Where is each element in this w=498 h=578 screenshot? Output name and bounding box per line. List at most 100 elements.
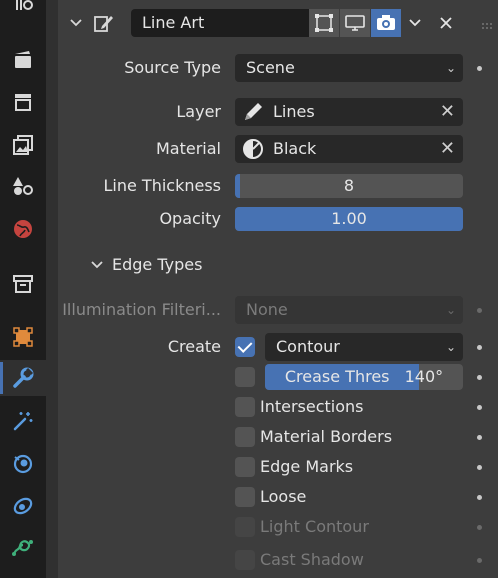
chevron-down-icon bbox=[91, 261, 103, 269]
constraints-icon bbox=[13, 497, 33, 515]
tab-world[interactable] bbox=[0, 211, 46, 247]
tab-object[interactable] bbox=[0, 319, 46, 355]
layer-field[interactable]: Lines ✕ bbox=[235, 98, 463, 126]
chevron-down-icon: ⌄ bbox=[445, 340, 456, 354]
lineart-modifier-icon bbox=[94, 16, 113, 32]
lineart-modifier-type bbox=[90, 9, 118, 37]
edge-marks-checkbox[interactable] bbox=[235, 457, 255, 477]
chevron-down-icon bbox=[70, 19, 82, 27]
modifier-extra-menu[interactable] bbox=[402, 9, 428, 37]
physics-icon bbox=[13, 454, 33, 474]
loose-label: Loose bbox=[260, 487, 307, 506]
create-type-dropdown[interactable]: Contour ⌄ bbox=[265, 333, 463, 361]
material-borders-checkbox[interactable] bbox=[235, 427, 255, 447]
tab-scene[interactable] bbox=[0, 168, 46, 204]
edit-mode-icon bbox=[315, 14, 333, 32]
world-icon bbox=[14, 220, 32, 238]
layer-label: Layer bbox=[176, 102, 221, 121]
tab-render[interactable] bbox=[0, 42, 46, 78]
tab-tool[interactable] bbox=[0, 0, 46, 26]
modifier-name-field[interactable]: Line Art bbox=[131, 9, 309, 37]
tab-view-layer[interactable] bbox=[0, 127, 46, 163]
material-label: Material bbox=[156, 139, 221, 158]
keyframe-dot-icon[interactable] bbox=[477, 66, 482, 71]
line-thickness-label: Line Thickness bbox=[103, 176, 221, 195]
light-contour-checkbox[interactable] bbox=[235, 517, 255, 537]
line-thickness-value: 8 bbox=[343, 176, 355, 195]
effects-icon bbox=[13, 412, 33, 431]
cast-shadow-checkbox[interactable] bbox=[235, 550, 255, 570]
material-sphere-icon bbox=[243, 139, 263, 159]
drag-handle-icon[interactable] bbox=[481, 17, 493, 29]
scene-icon bbox=[13, 177, 33, 195]
collapse-modifier-toggle[interactable] bbox=[66, 13, 86, 33]
keyframe-dot-icon[interactable] bbox=[477, 345, 482, 350]
opacity-slider[interactable]: 1.00 bbox=[235, 207, 463, 231]
data-icon bbox=[12, 540, 33, 556]
output-icon bbox=[15, 94, 31, 111]
tab-collection[interactable] bbox=[0, 266, 46, 302]
keyframe-dot-icon[interactable] bbox=[477, 435, 482, 440]
tool-icon bbox=[16, 0, 33, 10]
material-borders-label: Material Borders bbox=[260, 427, 393, 446]
edge-types-title[interactable]: Edge Types bbox=[112, 255, 202, 274]
tab-output[interactable] bbox=[0, 84, 46, 120]
keyframe-dot-icon[interactable] bbox=[477, 525, 482, 530]
illumination-filtering-value: None bbox=[246, 300, 288, 319]
render-toggle[interactable] bbox=[371, 9, 401, 37]
monitor-icon bbox=[345, 15, 365, 31]
tab-constraints[interactable] bbox=[0, 487, 46, 523]
close-icon bbox=[440, 17, 452, 29]
clear-material-icon[interactable]: ✕ bbox=[440, 135, 455, 163]
opacity-value: 1.00 bbox=[331, 209, 367, 228]
tab-physics[interactable] bbox=[0, 445, 46, 481]
clear-layer-icon[interactable]: ✕ bbox=[440, 98, 455, 126]
light-contour-label: Light Contour bbox=[260, 517, 369, 536]
line-thickness-fill bbox=[235, 174, 240, 198]
crease-checkbox[interactable] bbox=[235, 367, 255, 387]
keyframe-dot-icon[interactable] bbox=[477, 375, 482, 380]
crease-threshold-label: Crease Thres bbox=[284, 367, 390, 386]
line-thickness-slider[interactable]: 8 bbox=[235, 174, 463, 198]
keyframe-dot-icon[interactable] bbox=[477, 405, 482, 410]
tab-effects[interactable] bbox=[0, 403, 46, 439]
keyframe-dot-icon[interactable] bbox=[477, 308, 482, 313]
viewport-display-toggle[interactable] bbox=[340, 9, 370, 37]
layer-value: Lines bbox=[273, 102, 315, 121]
crease-threshold-value: 140° bbox=[404, 367, 444, 386]
cast-shadow-label: Cast Shadow bbox=[260, 550, 364, 569]
chevron-down-icon: ⌄ bbox=[445, 61, 456, 75]
object-icon bbox=[13, 327, 33, 347]
create-type-value: Contour bbox=[276, 337, 340, 356]
material-value: Black bbox=[273, 139, 317, 158]
create-checkbox[interactable] bbox=[235, 337, 255, 357]
intersections-label: Intersections bbox=[260, 397, 364, 416]
edge-marks-label: Edge Marks bbox=[260, 457, 354, 476]
properties-tab-bar bbox=[0, 0, 46, 578]
tab-modifier[interactable] bbox=[0, 360, 46, 396]
loose-checkbox[interactable] bbox=[235, 487, 255, 507]
illumination-filtering-dropdown[interactable]: None ⌄ bbox=[235, 296, 463, 324]
keyframe-dot-icon[interactable] bbox=[477, 495, 482, 500]
collection-icon bbox=[13, 275, 33, 293]
crease-threshold-slider[interactable]: Crease Thres 140° bbox=[265, 364, 463, 390]
keyframe-dot-icon[interactable] bbox=[477, 465, 482, 470]
camera-icon bbox=[377, 15, 395, 30]
intersections-checkbox[interactable] bbox=[235, 397, 255, 417]
remove-modifier-button[interactable] bbox=[434, 11, 458, 35]
create-label: Create bbox=[167, 337, 221, 356]
edit-mode-toggle[interactable] bbox=[309, 9, 339, 37]
source-type-dropdown[interactable]: Scene ⌄ bbox=[235, 54, 463, 82]
illumination-filtering-label: Illumination Filteri... bbox=[62, 300, 221, 319]
pencil-icon bbox=[245, 103, 262, 120]
render-icon bbox=[15, 51, 31, 68]
tab-data[interactable] bbox=[0, 529, 46, 565]
modifier-icon bbox=[13, 367, 34, 388]
chevron-down-icon: ⌄ bbox=[445, 303, 456, 317]
source-type-label: Source Type bbox=[124, 58, 221, 77]
edge-types-collapse-toggle[interactable] bbox=[88, 256, 106, 274]
keyframe-dot-icon[interactable] bbox=[477, 558, 482, 563]
chevron-down-icon bbox=[409, 19, 421, 27]
source-type-value: Scene bbox=[246, 58, 295, 77]
material-field[interactable]: Black ✕ bbox=[235, 135, 463, 163]
